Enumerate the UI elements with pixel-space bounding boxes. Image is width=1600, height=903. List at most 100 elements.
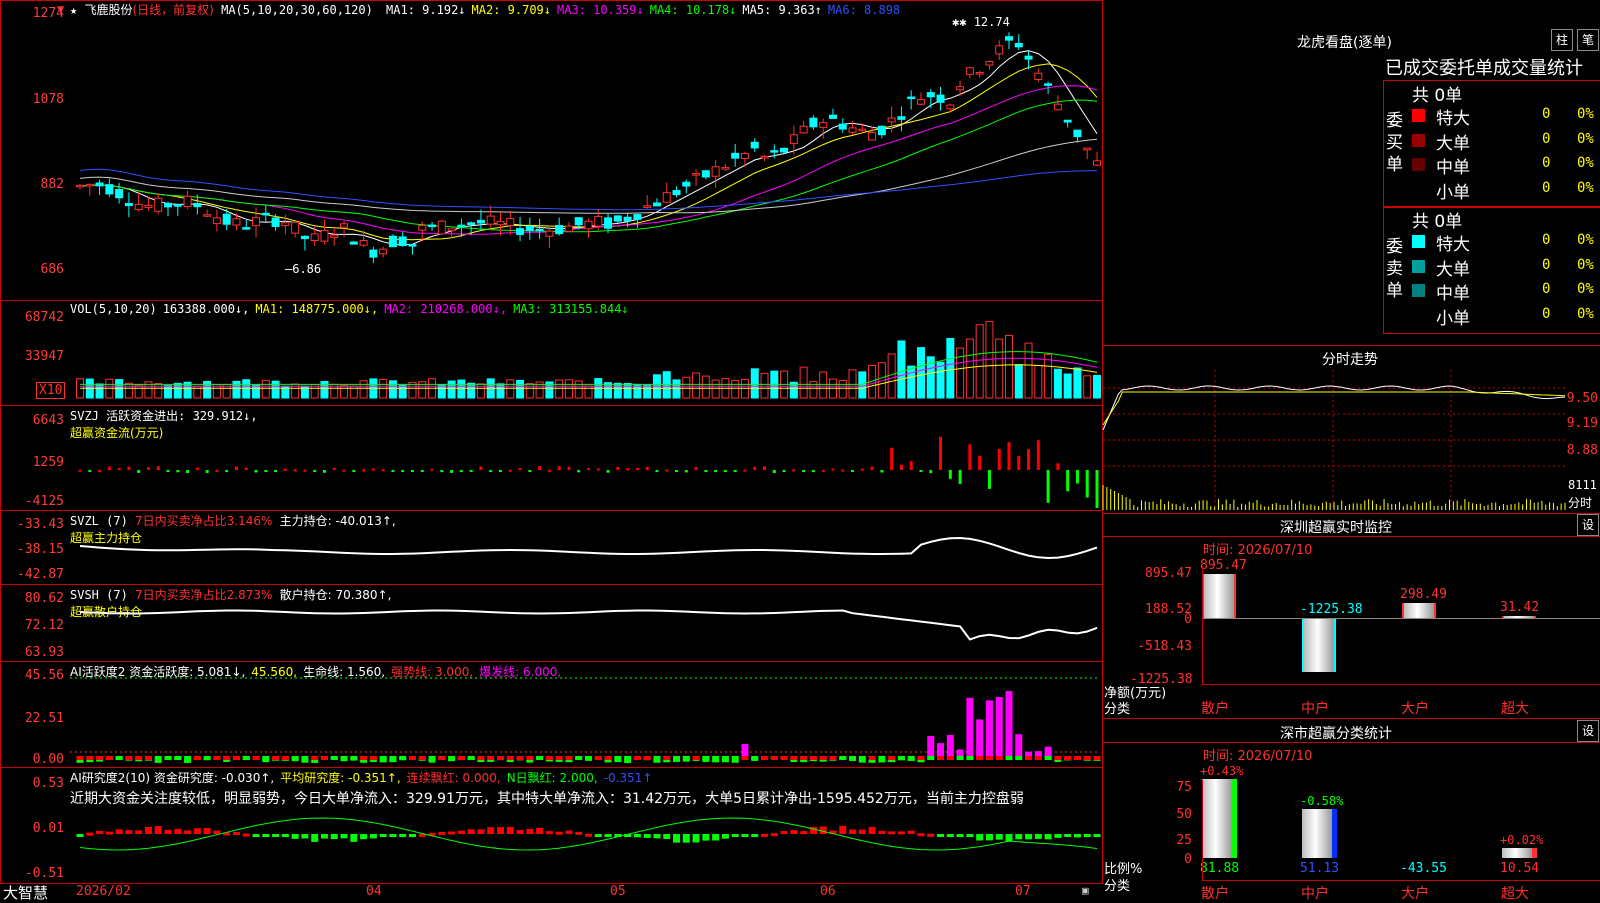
fund-flow-bar: [313, 470, 317, 472]
fund-flow-bar: [1027, 449, 1031, 470]
fund-flow-bar: [635, 468, 639, 471]
intraday-avg-line: [1102, 391, 1566, 426]
research-bar: [849, 829, 857, 834]
candle-body: [936, 94, 945, 103]
research-bar: [721, 834, 729, 839]
fund-flow-bar: [352, 470, 356, 472]
fund-flow-bar: [772, 470, 776, 474]
candle-body: [330, 234, 339, 238]
fund-flow-bar: [577, 470, 581, 473]
fund-flow-bar: [919, 470, 923, 472]
candle-body: [789, 134, 798, 144]
activity-bar: [301, 759, 309, 763]
candle-body: [124, 203, 133, 207]
research-bar: [1073, 834, 1081, 838]
research-bar: [516, 829, 524, 834]
fund-flow-bar: [1075, 470, 1079, 484]
fund-flow-bar: [1066, 470, 1070, 492]
fund-flow-bar: [244, 467, 248, 470]
activity-bar: [360, 759, 368, 763]
volume-bar: [271, 380, 280, 399]
activity-base-bar: [164, 756, 172, 760]
activity-base-bar: [291, 756, 299, 760]
fund-flow-bar: [508, 469, 512, 472]
fund-flow-bar: [117, 468, 121, 471]
candle-body: [76, 184, 84, 188]
fund-flow-bar: [763, 466, 767, 470]
fund-flow-bar: [186, 470, 190, 474]
research-bar: [399, 834, 407, 837]
ma-line: [79, 50, 1098, 246]
candle-body: [340, 223, 349, 228]
candle-body: [848, 127, 857, 133]
candle-body: [496, 220, 505, 226]
candle-body: [232, 218, 241, 226]
fund-flow-bar: [440, 470, 444, 473]
activity-base-bar: [839, 756, 847, 760]
candle-body: [271, 217, 280, 227]
activity-base-bar: [223, 756, 231, 760]
candle-body: [926, 92, 935, 98]
fund-flow-bar: [1056, 463, 1060, 470]
activity-base-bar: [213, 756, 221, 760]
candle-body: [740, 152, 749, 159]
fund-flow-bar: [694, 467, 698, 470]
candle-body: [115, 189, 124, 199]
research-bar: [643, 834, 651, 838]
research-bar: [731, 834, 739, 837]
retail-holding-line: [79, 609, 1098, 641]
activity-base-bar: [281, 756, 289, 760]
activity-base-bar: [937, 756, 945, 760]
activity-base-bar: [565, 756, 573, 760]
research-bar: [496, 827, 504, 834]
research-bar: [477, 829, 485, 834]
activity-base-bar: [438, 756, 446, 760]
research-bar: [800, 831, 808, 835]
fund-flow-bar: [362, 469, 366, 472]
research-bar: [115, 829, 123, 834]
fund-flow-bar: [821, 469, 825, 472]
fund-flow-bar: [293, 469, 297, 472]
activity-base-bar: [203, 756, 211, 760]
research-bar: [86, 832, 94, 836]
research-bar: [125, 830, 133, 834]
research-bar: [761, 833, 769, 837]
fund-flow-bar: [156, 466, 160, 470]
candle-body: [447, 228, 456, 232]
candle-body: [525, 225, 534, 232]
volume-bar: [965, 338, 974, 399]
research-bar: [135, 830, 143, 834]
candle-body: [388, 235, 397, 248]
candle-body: [731, 152, 740, 159]
candle-body: [183, 195, 192, 208]
research-bar: [1005, 834, 1013, 842]
candle-body: [838, 123, 847, 130]
activity-bar: [311, 759, 319, 763]
fund-flow-bar: [626, 468, 630, 471]
volume-bar: [516, 379, 525, 399]
fund-flow-bar: [371, 468, 375, 471]
activity-bar: [653, 759, 661, 763]
activity-base-bar: [1015, 756, 1023, 760]
volume-bar: [692, 372, 701, 399]
activity-base-bar: [721, 756, 729, 760]
candle-body: [799, 125, 808, 134]
fund-flow-bar: [704, 470, 708, 472]
research-bar: [937, 834, 945, 837]
fund-flow-bar: [410, 470, 414, 472]
fund-flow-bar: [205, 470, 209, 473]
volume-bar: [682, 376, 691, 399]
fund-flow-bar: [1085, 470, 1089, 498]
research-bar: [751, 834, 759, 837]
candle-body: [457, 224, 466, 228]
research-bar: [927, 833, 935, 837]
fund-flow-bar: [929, 470, 933, 474]
research-bar: [1015, 834, 1023, 840]
activity-base-bar: [1034, 756, 1042, 760]
volume-bar: [858, 371, 867, 399]
research-bar: [193, 828, 201, 834]
activity-bar: [428, 759, 436, 763]
candle-body: [858, 128, 867, 132]
volume-bar: [604, 382, 613, 399]
fund-flow-bar: [851, 470, 855, 472]
